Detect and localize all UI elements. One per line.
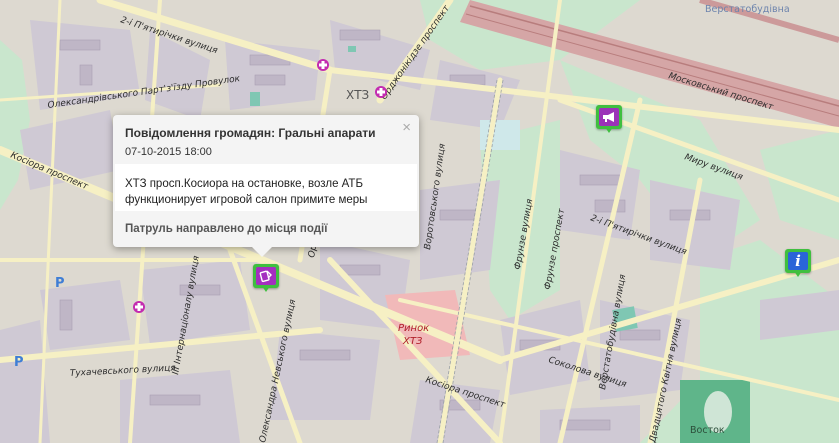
incident-popup: × Повідомлення громадян: Гральні апарати…	[113, 115, 419, 257]
popup-pointer	[252, 247, 272, 257]
close-button[interactable]: ×	[402, 119, 411, 136]
market-label-1: Ринок	[398, 323, 429, 334]
station-label: Верстатобудівна	[705, 4, 790, 15]
popup-status: Патруль направлено до місця події	[125, 223, 328, 235]
hospital-icon	[133, 301, 145, 313]
info-marker[interactable]: i	[785, 249, 811, 277]
popup-date: 07-10-2015 18:00	[125, 146, 212, 158]
parking-icon: P	[55, 276, 65, 291]
parking-icon: P	[14, 355, 24, 370]
stadium-label: Восток	[690, 425, 725, 436]
info-icon: i	[788, 252, 808, 270]
place-label-khtz: ХТЗ	[346, 88, 369, 102]
dice-card-icon	[256, 267, 276, 285]
kiosk-marker[interactable]	[596, 105, 622, 133]
popup-text: ХТЗ просп.Косиора на остановке, возле АТ…	[125, 178, 368, 206]
hospital-icon	[317, 59, 329, 71]
hospital-icon	[375, 86, 387, 98]
megaphone-icon	[599, 108, 619, 126]
casino-marker[interactable]	[253, 264, 279, 292]
popup-body: ХТЗ просп.Косиора на остановке, возле АТ…	[115, 164, 417, 211]
market-label-2: ХТЗ	[402, 336, 423, 347]
popup-title: Повідомлення громадян: Гральні апарати	[125, 126, 376, 140]
